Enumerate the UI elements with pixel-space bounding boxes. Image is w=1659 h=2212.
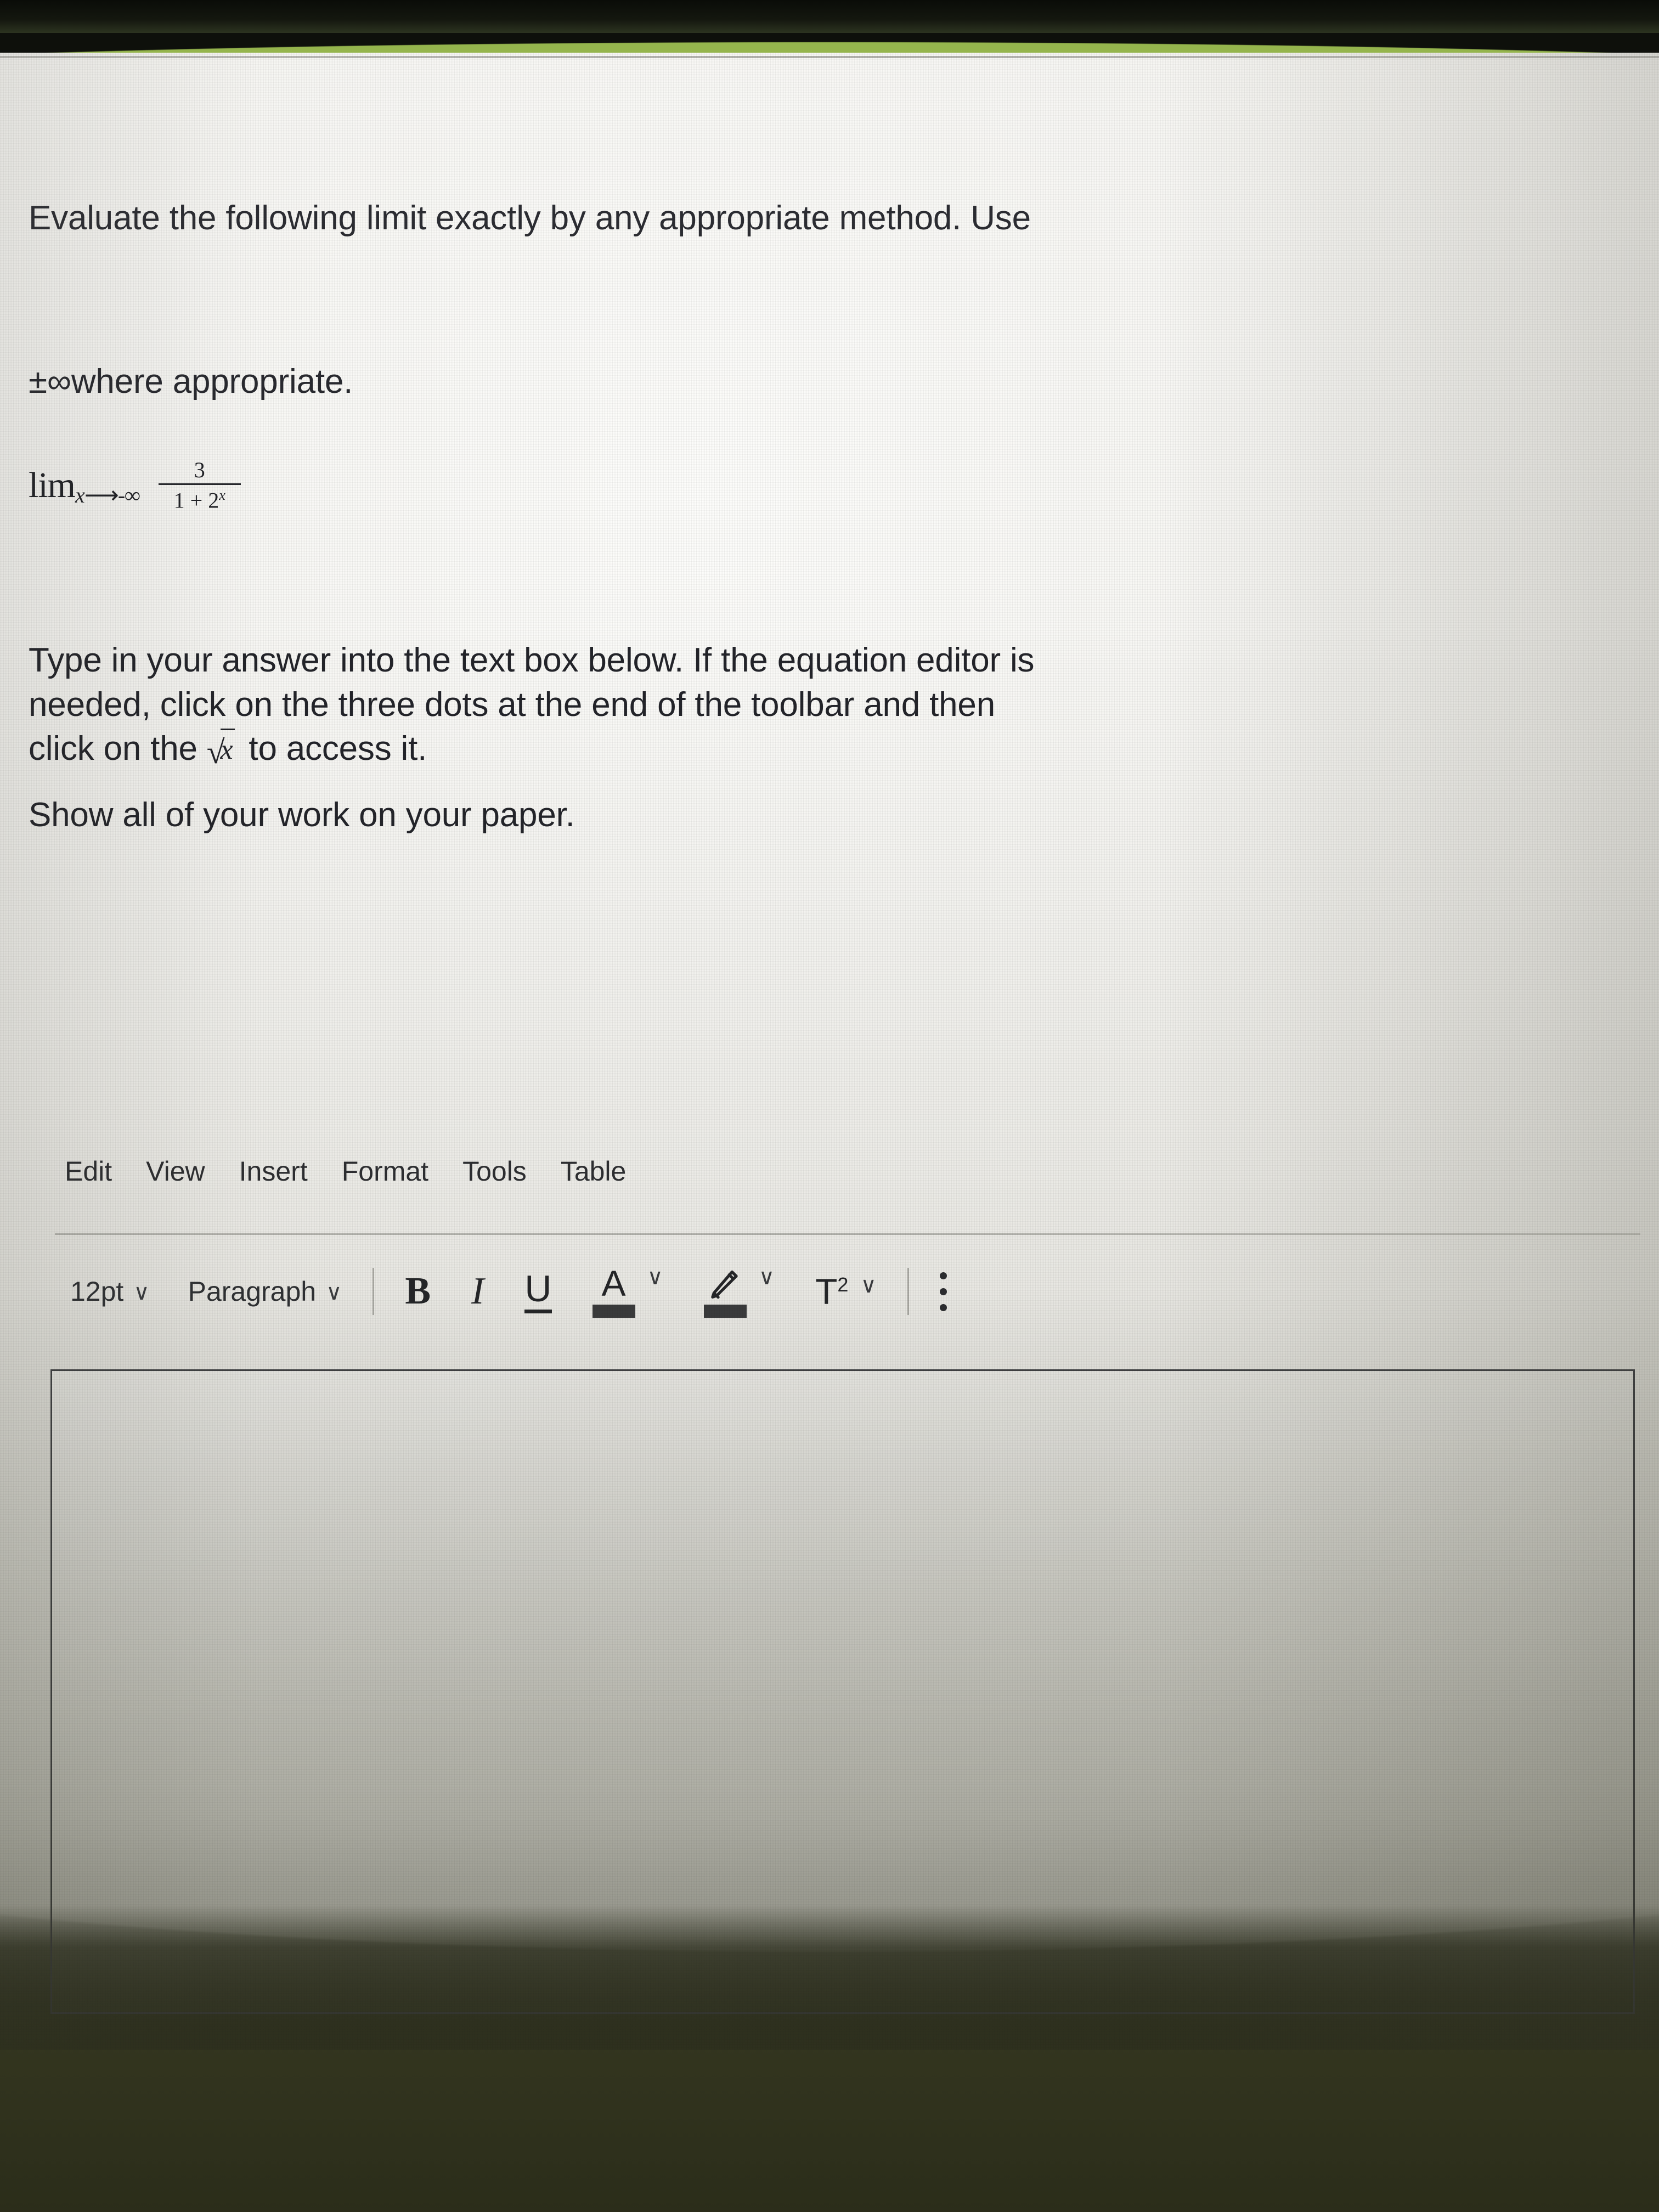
question-prompt-line2: ±∞where appropriate.: [29, 363, 353, 400]
superscript-exponent: 2: [837, 1273, 849, 1296]
chevron-down-icon: ∨: [133, 1280, 150, 1305]
ellipsis-dot: [939, 1272, 947, 1279]
fraction-denominator: 1 + 2x: [165, 485, 234, 512]
highlight-color-dropdown[interactable]: ∨: [703, 1265, 775, 1318]
block-format-dropdown[interactable]: Paragraph ∨: [188, 1276, 342, 1307]
menu-view[interactable]: View: [146, 1155, 205, 1187]
screen-photo: Evaluate the following limit exactly by …: [0, 0, 1659, 2212]
superscript-button[interactable]: T2: [815, 1273, 848, 1310]
superscript-base: T: [815, 1271, 838, 1312]
fraction-numerator: 3: [194, 458, 205, 482]
square-root-icon: √x: [207, 729, 240, 774]
editor-toolbar: 12pt ∨ Paragraph ∨ B I U A ∨ ∨ T2 ∨: [70, 1265, 947, 1318]
toolbar-separator-2: [907, 1268, 909, 1315]
instructions-para2: Show all of your work on your paper.: [29, 795, 575, 834]
limit-variable: x: [75, 483, 85, 508]
instructions-block: Type in your answer into the text box be…: [29, 639, 1636, 837]
instructions-line1: Type in your answer into the text box be…: [29, 641, 1035, 679]
instructions-line3: click on the √x to access it.: [29, 727, 1636, 771]
formatting-buttons: B I U A ∨ ∨ T2 ∨: [405, 1265, 877, 1318]
highlight-color-swatch: [703, 1305, 747, 1318]
denominator-exponent: x: [219, 487, 225, 503]
ellipsis-dot: [939, 1288, 947, 1295]
editor-menubar: Edit View Insert Format Tools Table: [65, 1155, 626, 1187]
vertical-ellipsis-icon[interactable]: [939, 1272, 947, 1311]
answer-text-box[interactable]: [50, 1369, 1635, 2014]
menu-table[interactable]: Table: [561, 1155, 627, 1187]
chevron-down-icon: ∨: [326, 1280, 342, 1305]
limit-arrow-icon: ⟶: [84, 482, 119, 509]
highlighter-pen-icon: [706, 1265, 744, 1301]
font-size-value: 12pt: [70, 1276, 124, 1307]
menu-format[interactable]: Format: [342, 1155, 428, 1187]
radicand: x: [220, 729, 235, 769]
chevron-down-icon: ∨: [758, 1265, 775, 1289]
menu-edit[interactable]: Edit: [65, 1155, 112, 1187]
limit-expression: lim x ⟶ -∞ 3 1 + 2x: [29, 459, 241, 512]
assignment-content: Evaluate the following limit exactly by …: [0, 53, 1659, 2050]
highlight-button[interactable]: [703, 1265, 747, 1318]
text-color-swatch: [592, 1305, 635, 1318]
block-format-value: Paragraph: [188, 1276, 317, 1307]
instructions-line3-before: click on the: [29, 730, 207, 768]
fraction: 3 1 + 2x: [158, 458, 241, 512]
limit-point: -∞: [117, 483, 140, 508]
italic-button[interactable]: I: [471, 1272, 484, 1311]
toolbar-divider: [55, 1233, 1640, 1235]
menu-tools[interactable]: Tools: [462, 1155, 527, 1187]
chevron-down-icon: ∨: [860, 1273, 877, 1297]
chevron-down-icon: ∨: [647, 1265, 663, 1289]
font-size-dropdown[interactable]: 12pt ∨: [70, 1276, 150, 1307]
text-color-button[interactable]: A: [592, 1265, 635, 1318]
question-prompt-line1: Evaluate the following limit exactly by …: [29, 199, 1031, 237]
text-color-dropdown[interactable]: A ∨: [592, 1265, 663, 1318]
limit-operator: lim: [29, 465, 76, 505]
instructions-line2: needed, click on the three dots at the e…: [29, 685, 995, 724]
text-color-icon: A: [601, 1263, 626, 1304]
toolbar-separator-1: [373, 1268, 375, 1315]
underline-button[interactable]: U: [524, 1270, 552, 1313]
superscript-dropdown[interactable]: T2 ∨: [815, 1273, 877, 1310]
denominator-base: 1 + 2: [173, 488, 219, 513]
instructions-spacer: [29, 771, 1636, 793]
bold-button[interactable]: B: [405, 1272, 431, 1311]
ellipsis-dot: [939, 1304, 947, 1311]
menu-insert[interactable]: Insert: [239, 1155, 308, 1187]
screen-surface: Evaluate the following limit exactly by …: [0, 53, 1659, 2050]
instructions-line3-after: to access it.: [239, 730, 427, 768]
